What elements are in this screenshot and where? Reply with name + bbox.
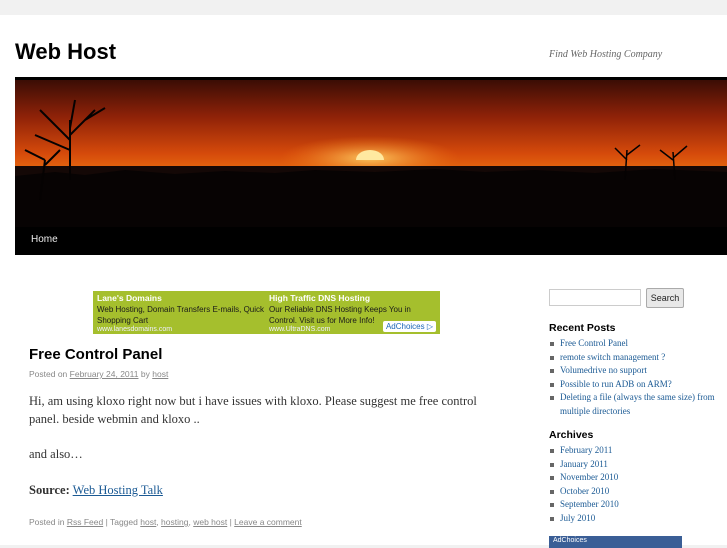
post-source: Source: Web Hosting Talk: [29, 481, 499, 499]
archive-item[interactable]: July 2010: [549, 512, 719, 526]
search-button[interactable]: Search: [646, 288, 684, 308]
site-description: Find Web Hosting Company: [549, 49, 663, 60]
post-meta: Posted on February 24, 2011 by host: [29, 369, 168, 379]
tagged-label: | Tagged: [103, 517, 141, 527]
page: Web Host Find Web Hosting Company Home L…: [0, 15, 727, 548]
recent-post-item[interactable]: Possible to run ADB on ARM?: [549, 378, 719, 392]
source-label: Source:: [29, 483, 70, 497]
leave-comment-link[interactable]: Leave a comment: [234, 517, 302, 527]
archives-title: Archives: [549, 429, 594, 441]
ad-right-heading[interactable]: High Traffic DNS Hosting: [269, 293, 439, 303]
category-link[interactable]: Rss Feed: [67, 517, 103, 527]
main-navigation: Home: [15, 227, 727, 255]
recent-post-item[interactable]: Volumedrive no support: [549, 364, 719, 378]
ad-left-text: Web Hosting, Domain Transfers E-mails, Q…: [97, 305, 265, 325]
post-meta-by: by: [140, 369, 150, 379]
header-banner-image: [15, 80, 727, 227]
post-meta-prefix: Posted on: [29, 369, 68, 379]
site-title[interactable]: Web Host: [15, 39, 116, 65]
ad-left-heading[interactable]: Lane's Domains: [97, 293, 267, 303]
recent-post-item[interactable]: Deleting a file (always the same size) f…: [549, 391, 719, 418]
sidebar-adchoices-label[interactable]: AdChoices: [553, 537, 587, 544]
ad-left-url[interactable]: www.lanesdomains.com: [97, 326, 267, 333]
ad-column-left[interactable]: Lane's Domains Web Hosting, Domain Trans…: [97, 293, 267, 333]
archives-list: February 2011 January 2011 November 2010…: [549, 444, 719, 525]
post-title[interactable]: Free Control Panel: [29, 346, 162, 363]
search-input[interactable]: [549, 289, 641, 306]
tag-link[interactable]: host: [140, 517, 156, 527]
archive-item[interactable]: November 2010: [549, 471, 719, 485]
recent-post-item[interactable]: remote switch management ?: [549, 351, 719, 365]
recent-posts-title: Recent Posts: [549, 322, 616, 334]
posted-in-label: Posted in: [29, 517, 65, 527]
tag-link[interactable]: web host: [193, 517, 227, 527]
archive-item[interactable]: January 2011: [549, 458, 719, 472]
post-paragraph: Hi, am using kloxo right now but i have …: [29, 394, 477, 426]
source-link[interactable]: Web Hosting Talk: [73, 483, 163, 497]
recent-posts-list: Free Control Panel remote switch managem…: [549, 337, 719, 418]
sidebar-ad[interactable]: AdChoices: [549, 536, 682, 548]
ad-banner[interactable]: Lane's Domains Web Hosting, Domain Trans…: [93, 291, 440, 334]
post-footer: Posted in Rss Feed | Tagged host, hostin…: [29, 517, 302, 527]
recent-post-item[interactable]: Free Control Panel: [549, 337, 719, 351]
archive-item[interactable]: September 2010: [549, 498, 719, 512]
tag-link[interactable]: hosting: [161, 517, 188, 527]
archive-item[interactable]: October 2010: [549, 485, 719, 499]
nav-item-home[interactable]: Home: [31, 234, 58, 245]
adchoices-badge[interactable]: AdChoices ▷: [382, 321, 436, 332]
post-date-link[interactable]: February 24, 2011: [70, 369, 139, 379]
post-paragraph: and also…: [29, 447, 83, 461]
archive-item[interactable]: February 2011: [549, 444, 719, 458]
post-author-link[interactable]: host: [152, 369, 168, 379]
